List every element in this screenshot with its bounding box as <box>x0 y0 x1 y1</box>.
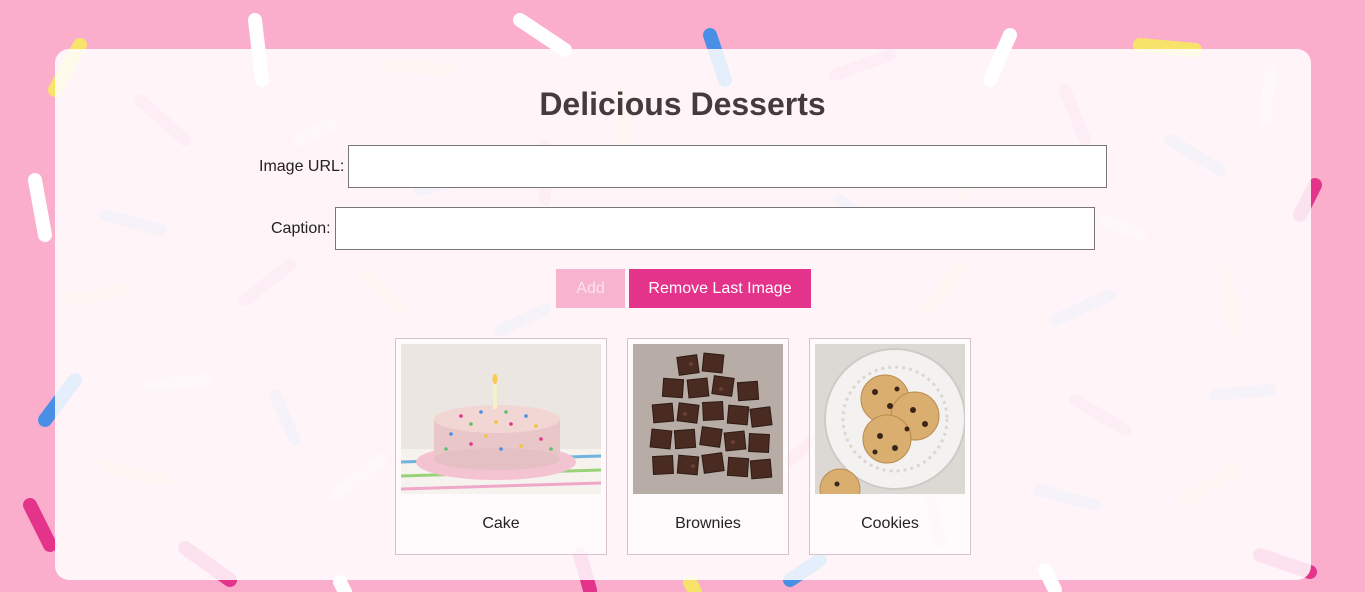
gallery-card: Cake <box>395 338 607 555</box>
caption-label: Caption: <box>271 219 331 237</box>
page-title: Delicious Desserts <box>539 86 826 122</box>
image-url-label: Image URL: <box>259 157 345 175</box>
image-url-row: Image URL: <box>259 145 1108 188</box>
remove-last-image-button[interactable]: Remove Last Image <box>629 269 811 308</box>
form-actions: Add Remove Last Image <box>556 269 811 308</box>
dessert-gallery: Cake Brownies Cookies <box>395 338 971 555</box>
gallery-caption: Cookies <box>861 515 919 532</box>
caption-input[interactable] <box>334 207 1095 250</box>
gallery-caption: Brownies <box>675 515 741 532</box>
gallery-card: Brownies <box>627 338 789 555</box>
cake-image <box>401 344 601 494</box>
image-url-input[interactable] <box>348 145 1108 188</box>
cookies-image <box>815 344 965 494</box>
caption-row: Caption: <box>271 207 1095 250</box>
gallery-caption: Cake <box>482 515 520 532</box>
add-button[interactable]: Add <box>556 269 625 308</box>
gallery-card: Cookies <box>809 338 971 555</box>
brownies-image <box>633 344 783 494</box>
